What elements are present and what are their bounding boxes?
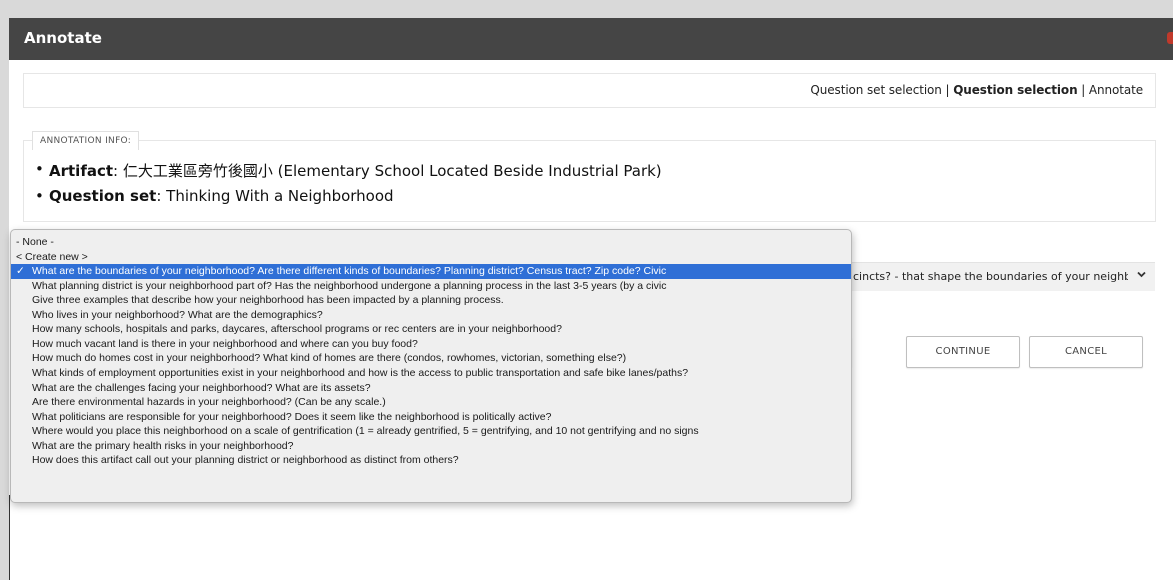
dropdown-option[interactable]: How much vacant land is there in your ne… (11, 337, 851, 352)
dropdown-option-label: What are the primary health risks in you… (32, 439, 294, 452)
dropdown-option-label: How much vacant land is there in your ne… (32, 337, 418, 350)
dropdown-option-label: How does this artifact call out your pla… (32, 454, 459, 467)
artifact-label: Artifact (49, 162, 114, 180)
dropdown-option[interactable]: What politicians are responsible for you… (11, 410, 851, 425)
dropdown-option-label: How many schools, hospitals and parks, d… (32, 323, 562, 336)
annotation-info-list: Artifact: 仁大工業區旁竹後國小 (Elementary School … (23, 160, 662, 214)
dropdown-option-label: Give three examples that describe how yo… (32, 294, 504, 307)
artifact-value: : 仁大工業區旁竹後國小 (Elementary School Located … (113, 162, 662, 180)
dropdown-option-label: Are there environmental hazards in your … (32, 396, 386, 409)
dropdown-option[interactable]: Where would you place this neighborhood … (11, 424, 851, 439)
breadcrumb-step-annotate: Annotate (1088, 83, 1143, 97)
dropdown-option[interactable]: Give three examples that describe how yo… (11, 293, 851, 308)
continue-button[interactable]: CONTINUE (906, 336, 1020, 368)
dropdown-option[interactable]: How does this artifact call out your pla… (11, 453, 851, 468)
dialog-title: Annotate (24, 29, 102, 47)
question-set-value: : Thinking With a Neighborhood (156, 187, 394, 205)
dropdown-option[interactable]: < Create new > (11, 250, 851, 265)
close-icon[interactable] (1167, 32, 1173, 44)
dropdown-option-label: What kinds of employment opportunities e… (32, 366, 689, 379)
dropdown-option[interactable]: What kinds of employment opportunities e… (11, 366, 851, 381)
panel-edge (9, 495, 10, 580)
dropdown-option[interactable]: What are the challenges facing your neig… (11, 381, 851, 396)
breadcrumb-step-question-set-selection: Question set selection (810, 83, 942, 97)
dropdown-option[interactable]: Are there environmental hazards in your … (11, 395, 851, 410)
dropdown-option[interactable]: How much do homes cost in your neighborh… (11, 351, 851, 366)
dropdown-option-label: < Create new > (16, 250, 88, 263)
dropdown-option[interactable]: ✓ What are the boundaries of your neighbo… (11, 264, 851, 280)
question-dropdown-menu[interactable]: - None - < Create new > ✓ What are the boun… (10, 229, 852, 503)
dropdown-option-label: What politicians are responsible for you… (32, 410, 552, 423)
annotation-info-legend: ANNOTATION INFO: (32, 131, 140, 150)
dropdown-option-label: What are the challenges facing your neig… (32, 381, 371, 394)
question-select[interactable]: cincts? - that shape the boundaries of y… (851, 262, 1155, 291)
dropdown-option-label: Where would you place this neighborhood … (32, 425, 699, 438)
dropdown-option-label: How much do homes cost in your neighborh… (32, 352, 627, 365)
dropdown-option[interactable]: - None - (11, 235, 851, 250)
dropdown-option[interactable]: How many schools, hospitals and parks, d… (11, 322, 851, 337)
dropdown-option[interactable]: What are the primary health risks in you… (11, 439, 851, 454)
breadcrumb-step-question-selection: Question selection (953, 83, 1078, 97)
question-select-value: cincts? - that shape the boundaries of y… (853, 270, 1128, 283)
breadcrumb-separator: | (941, 83, 954, 97)
artifact-info: Artifact: 仁大工業區旁竹後國小 (Elementary School … (35, 160, 662, 187)
dropdown-option-label: - None - (16, 236, 54, 248)
chevron-down-icon (1136, 269, 1147, 283)
dropdown-option-label: Who lives in your neighborhood? What are… (32, 308, 323, 321)
question-set-info: Question set: Thinking With a Neighborho… (35, 187, 662, 214)
question-set-label: Question set (49, 187, 157, 205)
dropdown-option-label: What planning district is your neighborh… (32, 279, 667, 292)
breadcrumb-container: Question set selection | Question select… (23, 73, 1156, 108)
cancel-button[interactable]: CANCEL (1029, 336, 1143, 368)
checkmark-icon: ✓ (16, 265, 25, 278)
dropdown-option-label: What are the boundaries of your neighbor… (32, 265, 667, 278)
dropdown-option[interactable]: What planning district is your neighborh… (11, 279, 851, 294)
breadcrumb: Question set selection | Question select… (810, 83, 1143, 97)
breadcrumb-separator: | (1077, 83, 1089, 97)
dialog-titlebar: Annotate (9, 18, 1173, 60)
dropdown-option[interactable]: Who lives in your neighborhood? What are… (11, 308, 851, 323)
